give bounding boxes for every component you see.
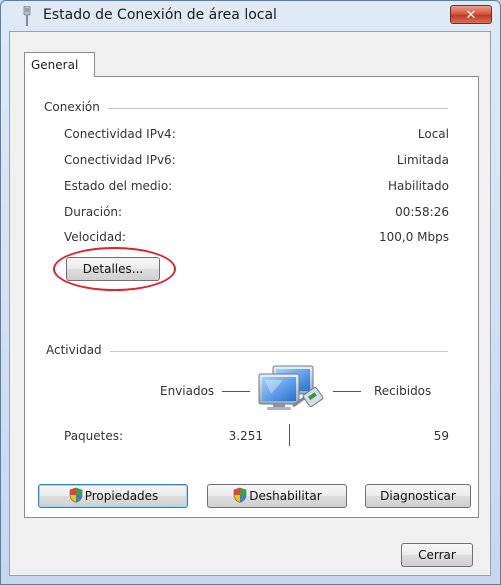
title-bar[interactable]: Estado de Conexión de área local ✕ bbox=[1, 1, 500, 31]
ipv4-connectivity-value: Local bbox=[417, 127, 449, 141]
diagnose-button[interactable]: Diagnosticar bbox=[365, 484, 471, 508]
uac-shield-icon bbox=[233, 487, 247, 503]
sent-connector-line bbox=[222, 391, 250, 392]
activity-group-title: Actividad bbox=[46, 343, 110, 357]
disable-button[interactable]: Deshabilitar bbox=[207, 484, 347, 508]
packets-label: Paquetes: bbox=[64, 429, 124, 443]
ipv6-connectivity-label: Conectividad IPv6: bbox=[64, 153, 176, 167]
duration-label: Duración: bbox=[64, 205, 123, 219]
close-button[interactable]: Cerrar bbox=[401, 543, 473, 567]
sent-label: Enviados bbox=[160, 384, 215, 398]
packets-divider bbox=[289, 424, 290, 446]
network-connection-icon bbox=[23, 6, 31, 26]
packets-received-value: 59 bbox=[433, 429, 449, 443]
disable-button-label: Deshabilitar bbox=[249, 489, 322, 503]
details-button[interactable]: Detalles... bbox=[66, 257, 160, 281]
ipv6-connectivity-value: Limitada bbox=[396, 153, 449, 167]
network-computers-icon bbox=[258, 365, 324, 410]
close-window-button[interactable]: ✕ bbox=[450, 5, 492, 24]
window-title: Estado de Conexión de área local bbox=[43, 7, 277, 23]
connection-group-title: Conexión bbox=[44, 100, 108, 114]
tab-panel-general bbox=[24, 76, 479, 518]
received-label: Recibidos bbox=[374, 384, 432, 398]
uac-shield-icon bbox=[69, 487, 83, 503]
speed-label: Velocidad: bbox=[64, 230, 126, 244]
packets-sent-value: 3.251 bbox=[228, 429, 263, 443]
speed-value: 100,0 Mbps bbox=[378, 230, 449, 244]
properties-button[interactable]: Propiedades bbox=[38, 484, 188, 508]
media-state-label: Estado del medio: bbox=[64, 179, 173, 193]
tab-general[interactable]: General bbox=[24, 52, 95, 77]
media-state-value: Habilitado bbox=[387, 179, 449, 193]
ipv4-connectivity-label: Conectividad IPv4: bbox=[64, 127, 176, 141]
duration-value: 00:58:26 bbox=[395, 205, 449, 219]
properties-button-label: Propiedades bbox=[84, 489, 159, 503]
received-connector-line bbox=[333, 391, 361, 392]
